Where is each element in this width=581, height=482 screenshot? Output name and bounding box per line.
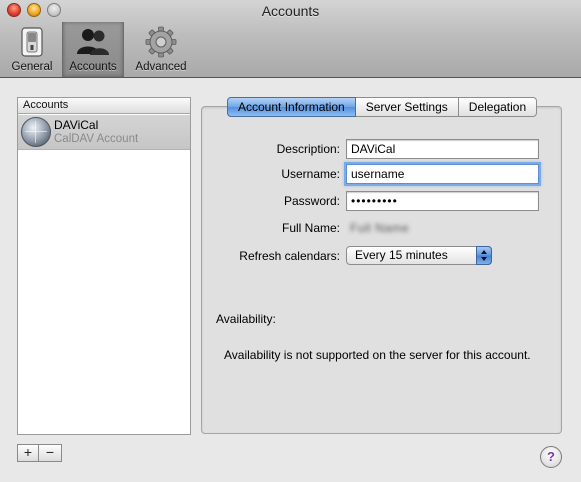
accounts-list[interactable]: Accounts DAViCal CalDAV Account: [17, 97, 191, 435]
add-account-button[interactable]: +: [17, 444, 39, 462]
password-label: Password:: [283, 194, 340, 208]
account-type: CalDAV Account: [54, 133, 139, 145]
fullname-value: Full Name: [350, 221, 410, 235]
account-row-davical[interactable]: DAViCal CalDAV Account: [18, 115, 190, 150]
username-field[interactable]: username: [346, 164, 539, 184]
account-name: DAViCal: [54, 118, 99, 132]
refresh-select[interactable]: Every 15 minutes: [346, 246, 492, 265]
tab-delegation[interactable]: Delegation: [458, 97, 538, 117]
account-tabs: Account Information Server Settings Dele…: [227, 97, 538, 117]
toolbar-general-label: General: [11, 61, 53, 73]
description-field[interactable]: DAViCal: [346, 139, 539, 159]
availability-message: Availability is not supported on the ser…: [224, 348, 531, 362]
accounts-people-icon: [77, 29, 109, 55]
globe-icon: [21, 117, 51, 147]
toolbar-accounts-label: Accounts: [69, 61, 117, 73]
title-toolbar: Accounts General Accounts Advanced: [0, 0, 581, 78]
username-label: Username:: [281, 167, 340, 181]
window-title: Accounts: [261, 3, 320, 19]
tab-account-information[interactable]: Account Information: [227, 97, 356, 117]
description-label: Description:: [276, 142, 340, 156]
accounts-list-header: Accounts: [18, 98, 190, 114]
availability-title: Availability:: [216, 312, 276, 326]
preferences-window: Accounts General Accounts Advanced Accou…: [0, 0, 581, 482]
advanced-gear-icon: [145, 26, 177, 58]
general-switch-icon: [21, 27, 43, 57]
refresh-label: Refresh calendars:: [239, 249, 340, 263]
toolbar-general[interactable]: General: [8, 22, 56, 77]
fullname-label: Full Name:: [281, 221, 340, 235]
password-field[interactable]: •••••••••: [346, 191, 539, 211]
toolbar-advanced-label: Advanced: [135, 61, 187, 73]
toolbar-advanced[interactable]: Advanced: [130, 22, 192, 77]
tab-server-settings[interactable]: Server Settings: [355, 97, 459, 117]
refresh-select-value: Every 15 minutes: [355, 248, 448, 262]
updown-arrows-icon: [476, 246, 492, 265]
remove-account-button[interactable]: −: [39, 444, 62, 462]
help-button[interactable]: ?: [540, 446, 562, 468]
toolbar-accounts[interactable]: Accounts: [62, 22, 124, 77]
